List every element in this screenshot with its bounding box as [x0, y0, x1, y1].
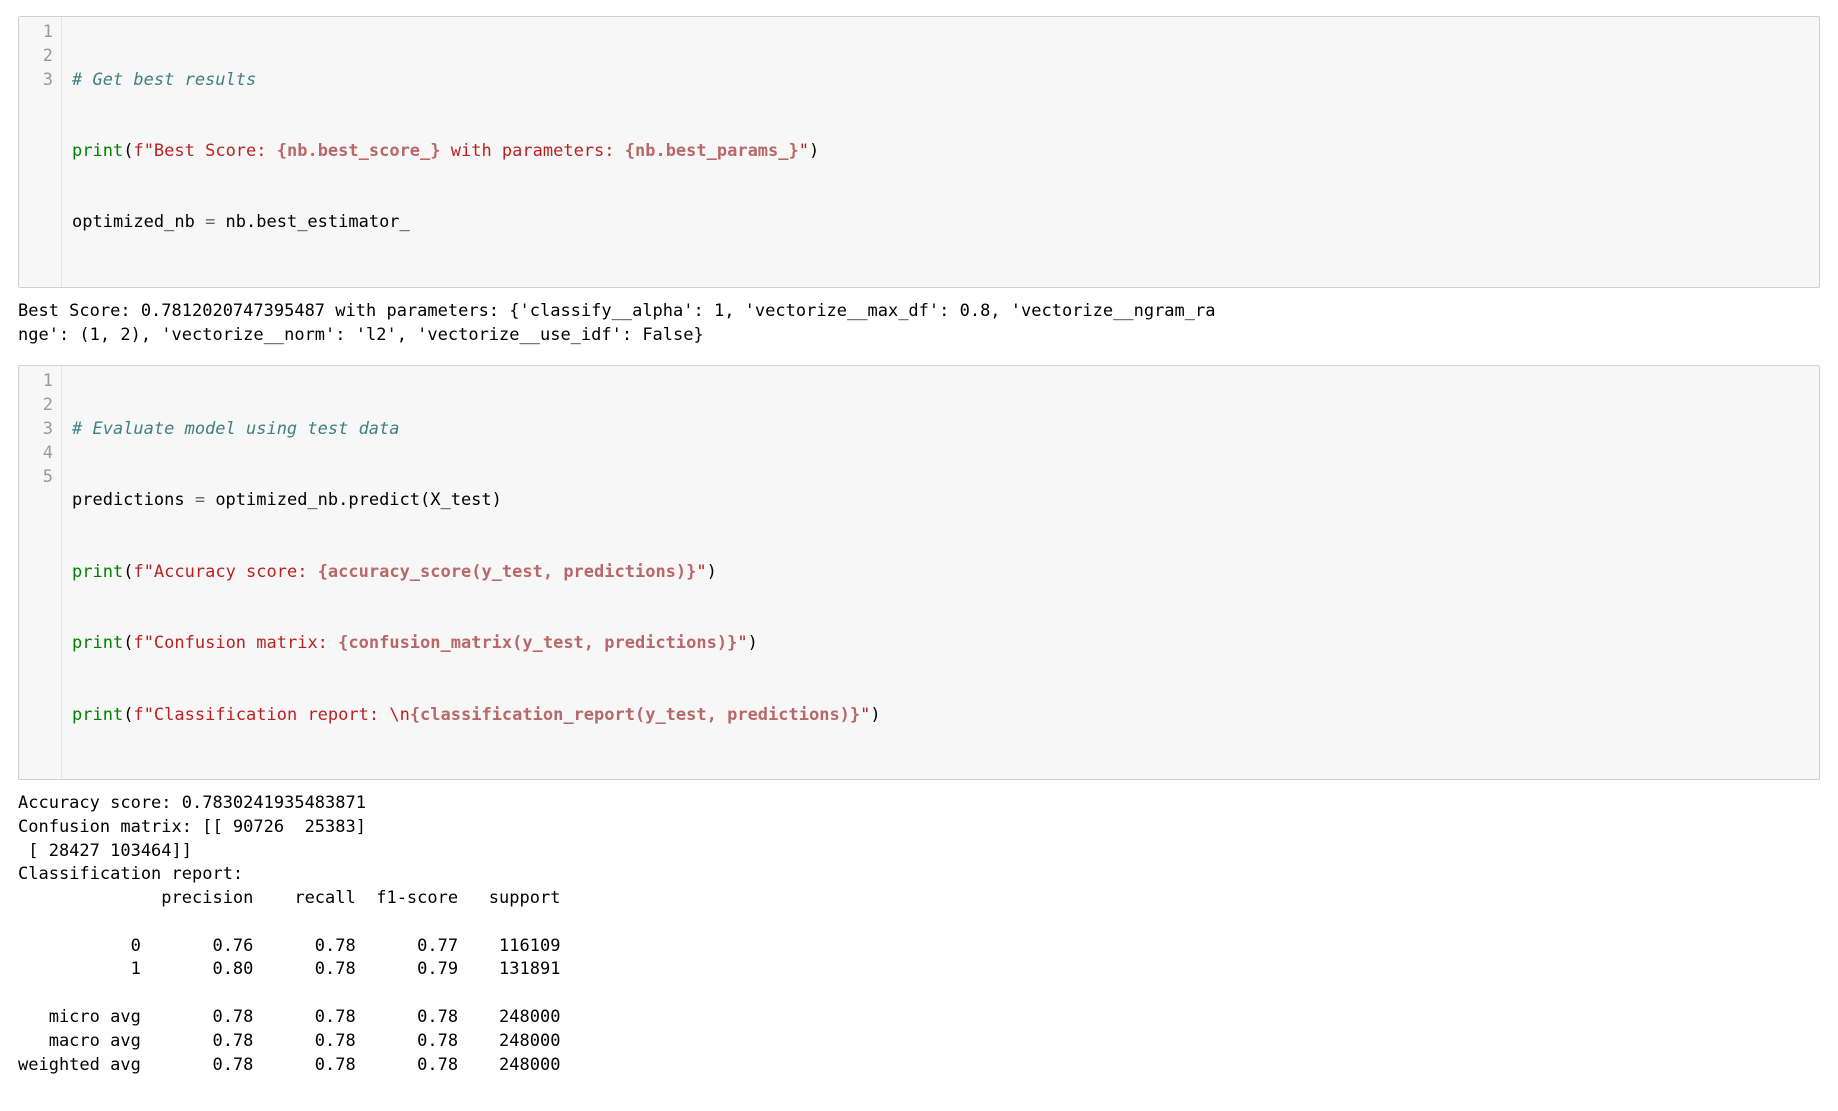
expression: optimized_nb.predict(X_test): [205, 490, 502, 510]
code-line: print(f"Confusion matrix: {confusion_mat…: [72, 632, 1809, 656]
code-cell-2[interactable]: 1 2 3 4 5 # Evaluate model using test da…: [18, 365, 1820, 780]
builtin-print: print: [72, 562, 123, 582]
identifier: predictions: [72, 490, 195, 510]
fstring-prefix: f: [133, 141, 143, 161]
fstring-expr: {confusion_matrix(y_test, predictions)}: [338, 633, 737, 653]
builtin-print: print: [72, 141, 123, 161]
line-number: 3: [29, 418, 53, 442]
expression: nb.best_estimator_: [215, 212, 409, 232]
line-number: 4: [29, 442, 53, 466]
code-area[interactable]: # Evaluate model using test data predict…: [62, 366, 1819, 779]
string: "Confusion matrix:: [144, 633, 338, 653]
code-line: print(f"Best Score: {nb.best_score_} wit…: [72, 140, 1809, 164]
line-number: 2: [29, 394, 53, 418]
code-area[interactable]: # Get best results print(f"Best Score: {…: [62, 17, 1819, 287]
comment: # Evaluate model using test data: [72, 419, 400, 439]
string: ": [799, 141, 809, 161]
line-number-gutter: 1 2 3 4 5: [19, 366, 62, 779]
fstring-expr: {classification_report(y_test, predictio…: [410, 705, 860, 725]
string: "Classification report:: [144, 705, 390, 725]
string: with parameters:: [441, 141, 625, 161]
string: ": [696, 562, 706, 582]
builtin-print: print: [72, 705, 123, 725]
line-number: 5: [29, 466, 53, 490]
string: ": [737, 633, 747, 653]
line-number: 1: [29, 370, 53, 394]
code-cell-1[interactable]: 1 2 3 # Get best results print(f"Best Sc…: [18, 16, 1820, 288]
cell-output-2: Accuracy score: 0.7830241935483871 Confu…: [18, 792, 1820, 1078]
string: ": [860, 705, 870, 725]
fstring-prefix: f: [133, 562, 143, 582]
fstring-prefix: f: [133, 705, 143, 725]
code-line: optimized_nb = nb.best_estimator_: [72, 211, 1809, 235]
code-line: # Get best results: [72, 69, 1809, 93]
operator: =: [195, 490, 205, 510]
line-number: 2: [29, 45, 53, 69]
fstring-expr: {nb.best_params_}: [625, 141, 799, 161]
string: "Best Score:: [144, 141, 277, 161]
comment: # Get best results: [72, 70, 256, 90]
identifier: optimized_nb: [72, 212, 205, 232]
notebook-fragment: 1 2 3 # Get best results print(f"Best Sc…: [0, 0, 1838, 1111]
line-number-gutter: 1 2 3: [19, 17, 62, 287]
operator: =: [205, 212, 215, 232]
fstring-expr: {accuracy_score(y_test, predictions)}: [318, 562, 697, 582]
code-line: predictions = optimized_nb.predict(X_tes…: [72, 489, 1809, 513]
fstring-expr: {nb.best_score_}: [277, 141, 441, 161]
cell-output-1: Best Score: 0.7812020747395487 with para…: [18, 300, 1820, 348]
code-line: # Evaluate model using test data: [72, 418, 1809, 442]
builtin-print: print: [72, 633, 123, 653]
string-escape: \n: [389, 705, 409, 725]
code-line: print(f"Accuracy score: {accuracy_score(…: [72, 561, 1809, 585]
line-number: 3: [29, 69, 53, 93]
code-line: print(f"Classification report: \n{classi…: [72, 704, 1809, 728]
fstring-prefix: f: [133, 633, 143, 653]
line-number: 1: [29, 21, 53, 45]
string: "Accuracy score:: [144, 562, 318, 582]
